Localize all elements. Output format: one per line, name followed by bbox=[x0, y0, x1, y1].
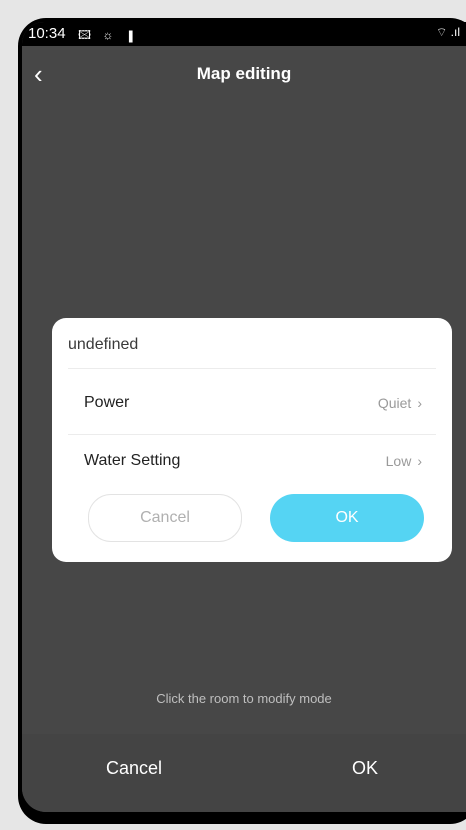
room-settings-dialog: undefined Power Quiet › Water Setting Low… bbox=[52, 318, 452, 562]
water-setting-label: Water Setting bbox=[84, 452, 181, 469]
chevron-right-icon: › bbox=[417, 395, 422, 411]
bottom-bar: Cancel OK bbox=[22, 734, 466, 812]
status-time: 10:34 bbox=[28, 25, 66, 42]
water-setting-value: Low › bbox=[386, 453, 422, 469]
notification-icons: 🖾 ☼ ▮ bbox=[78, 28, 141, 42]
power-value-text: Quiet bbox=[377, 395, 412, 411]
divider bbox=[68, 434, 436, 435]
water-setting-row[interactable]: Water Setting Low › bbox=[52, 440, 452, 484]
bottom-cancel-button[interactable]: Cancel bbox=[106, 758, 162, 779]
status-bar: 10:34 🖾 ☼ ▮ ⌔ .ıl bbox=[22, 22, 466, 46]
screen: 10:34 🖾 ☼ ▮ ⌔ .ıl ‹ Map editing Click th… bbox=[22, 22, 466, 812]
power-value: Quiet › bbox=[378, 395, 422, 411]
power-row[interactable]: Power Quiet › bbox=[52, 382, 452, 426]
bottom-ok-button[interactable]: OK bbox=[352, 758, 378, 779]
power-label: Power bbox=[84, 394, 130, 411]
header: ‹ Map editing bbox=[22, 46, 466, 102]
page-title: Map editing bbox=[196, 64, 292, 83]
water-setting-value-text: Low bbox=[385, 453, 412, 469]
dialog-title: undefined bbox=[68, 336, 139, 353]
dialog-cancel-button[interactable]: Cancel bbox=[88, 494, 242, 542]
divider bbox=[68, 368, 436, 369]
signal-icon: ⌔ .ıl bbox=[436, 25, 460, 39]
hint-text: Click the room to modify mode bbox=[156, 691, 332, 706]
chevron-right-icon: › bbox=[417, 453, 422, 469]
dialog-ok-button[interactable]: OK bbox=[270, 494, 424, 542]
